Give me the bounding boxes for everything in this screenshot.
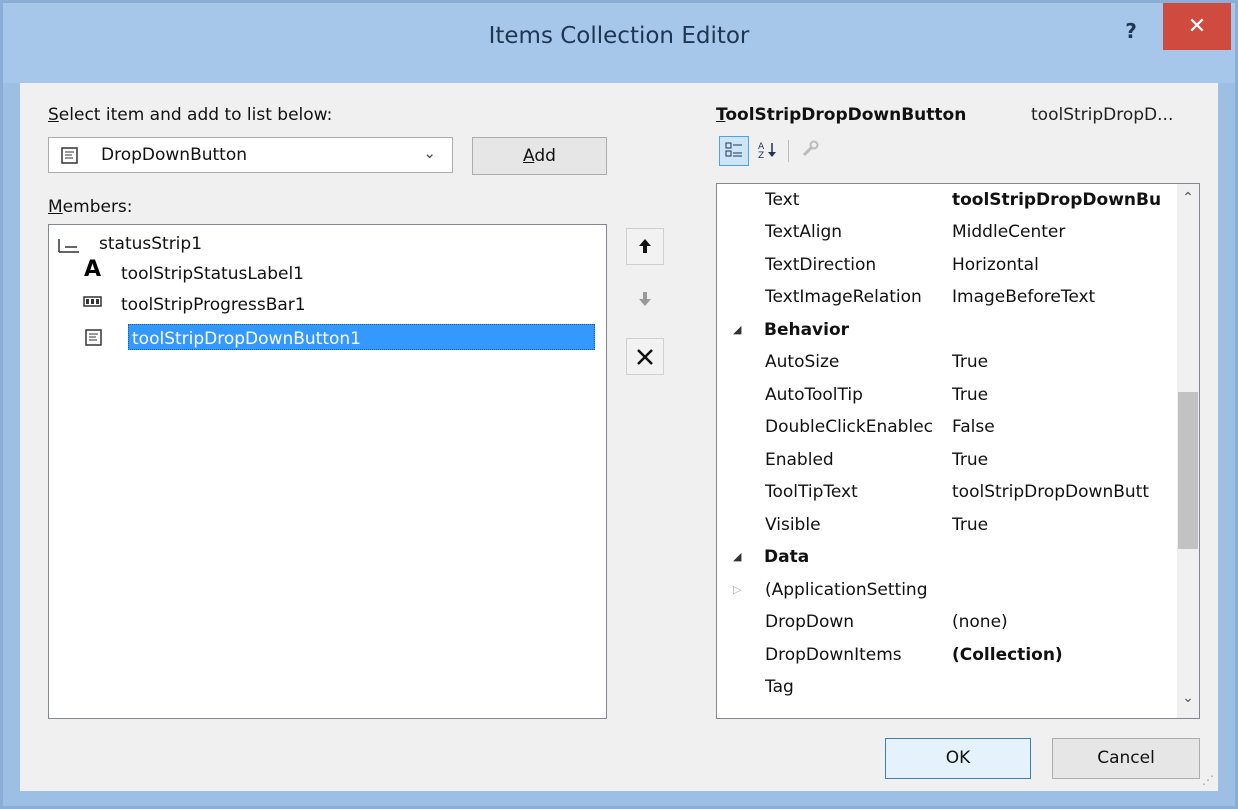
title-bar[interactable]: Items Collection Editor ? ✕: [3, 3, 1235, 83]
collapse-triangle-icon[interactable]: ◢: [733, 323, 741, 336]
property-row[interactable]: DropDownItems (Collection): [717, 639, 1177, 672]
property-row[interactable]: Tag: [717, 671, 1177, 704]
scroll-down-arrow-icon[interactable]: ⌄: [1177, 690, 1199, 706]
move-down-arrow-icon: [639, 292, 651, 306]
property-grid-scrollbar[interactable]: ⌃ ⌄: [1177, 184, 1199, 718]
chevron-down-icon[interactable]: ⌄: [423, 144, 436, 162]
add-button[interactable]: Add: [472, 137, 607, 175]
dropdown-button-icon: [61, 147, 78, 164]
delete-x-icon: [637, 349, 653, 365]
property-row[interactable]: Enabled True: [717, 444, 1177, 477]
tree-node-status-label[interactable]: toolStripStatusLabel1: [121, 264, 304, 284]
property-object-name: toolStripDropD...: [1031, 105, 1174, 125]
property-row[interactable]: Text toolStripDropDownBu: [717, 184, 1177, 217]
property-type-name: ToolStripDropDownButton: [716, 105, 967, 125]
select-item-label: Select item and add to list below:: [48, 105, 333, 125]
property-row[interactable]: TextDirection Horizontal: [717, 249, 1177, 282]
dialog-title: Items Collection Editor: [488, 23, 750, 49]
expand-triangle-icon[interactable]: ▷: [733, 583, 741, 596]
property-row[interactable]: AutoToolTip True: [717, 379, 1177, 412]
property-row[interactable]: TextImageRelation ImageBeforeText: [717, 281, 1177, 314]
property-pages-button[interactable]: [795, 136, 825, 166]
category-row-data[interactable]: ◢ Data: [717, 541, 1177, 574]
property-row[interactable]: DropDown (none): [717, 606, 1177, 639]
dialog-body: Select item and add to list below: DropD…: [20, 83, 1218, 791]
ok-button[interactable]: OK: [885, 738, 1031, 779]
label-a-icon: A: [84, 257, 102, 282]
property-row[interactable]: ▷ (ApplicationSetting: [717, 574, 1177, 607]
tree-node-dropdown-button[interactable]: toolStripDropDownButton1: [128, 324, 595, 350]
property-row[interactable]: DoubleClickEnablec False: [717, 411, 1177, 444]
property-grid[interactable]: Text toolStripDropDownBu TextAlign MiddleC…: [716, 183, 1200, 719]
collapse-triangle-icon[interactable]: ◢: [733, 550, 741, 563]
alphabetical-view-button[interactable]: A Z: [753, 136, 783, 166]
cancel-button[interactable]: Cancel: [1052, 738, 1200, 779]
property-row[interactable]: Visible True: [717, 509, 1177, 542]
wrench-icon: [802, 140, 819, 157]
resize-grip-icon[interactable]: ⋰: [1202, 773, 1214, 787]
members-tree[interactable]: statusStrip1 A toolStripStatusLabel1 too…: [48, 224, 607, 719]
help-button[interactable]: ?: [1111, 19, 1151, 47]
svg-text:Z: Z: [758, 151, 764, 160]
close-button[interactable]: ✕: [1163, 3, 1231, 50]
property-row[interactable]: ToolTipText toolStripDropDownButt: [717, 476, 1177, 509]
property-row[interactable]: AutoSize True: [717, 346, 1177, 379]
dialog-window: Items Collection Editor ? ✕ Select item …: [0, 0, 1238, 809]
scroll-up-arrow-icon[interactable]: ⌃: [1177, 190, 1199, 206]
toolbar-separator: [788, 140, 789, 162]
scroll-thumb[interactable]: [1178, 392, 1198, 549]
property-row[interactable]: TextAlign MiddleCenter: [717, 216, 1177, 249]
categorized-view-button[interactable]: [719, 136, 749, 166]
move-down-button[interactable]: [626, 281, 664, 318]
category-row-behavior[interactable]: ◢ Behavior: [717, 314, 1177, 347]
move-up-button[interactable]: [626, 228, 664, 265]
combo-value: DropDownButton: [101, 145, 248, 165]
sort-az-icon: A Z: [758, 142, 776, 161]
progress-bar-icon: [83, 296, 102, 307]
dropdown-button-icon: [85, 329, 102, 346]
item-type-combobox[interactable]: DropDownButton ⌄: [48, 137, 453, 173]
remove-button[interactable]: [626, 338, 664, 375]
tree-node-statusstrip[interactable]: statusStrip1: [99, 234, 202, 254]
property-toolbar: A Z: [713, 134, 853, 168]
move-up-arrow-icon: [639, 239, 651, 253]
tree-node-progress-bar[interactable]: toolStripProgressBar1: [121, 295, 306, 315]
categorized-icon: [725, 142, 742, 157]
members-label: Members:: [48, 197, 133, 217]
status-strip-icon: [58, 239, 79, 253]
